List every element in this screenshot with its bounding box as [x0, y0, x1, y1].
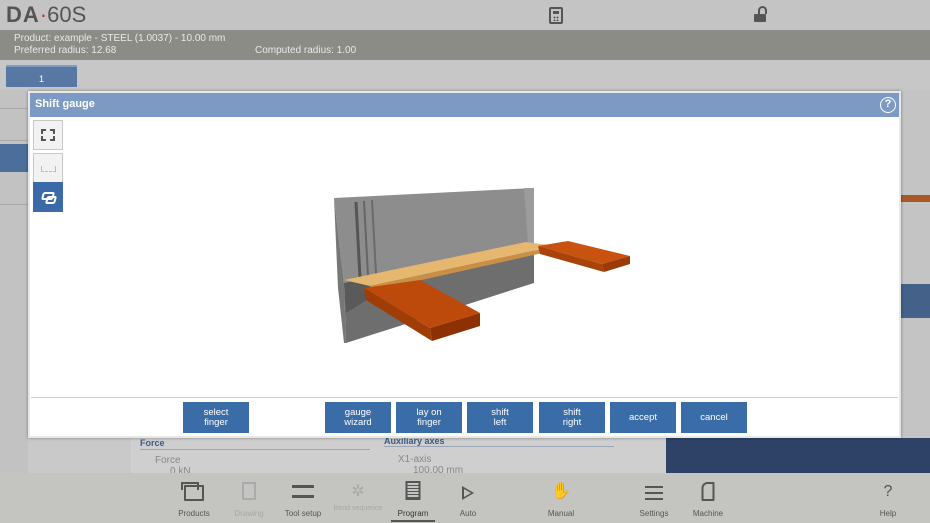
machine-icon — [701, 482, 715, 501]
force-header: Force — [140, 438, 165, 448]
bend-sequence-icon: ✲ — [351, 483, 365, 500]
divider — [0, 140, 28, 141]
gauge-view-icon-part — [44, 196, 58, 204]
dialog-title: Shift gauge — [35, 98, 95, 110]
blue-indicator — [901, 284, 930, 318]
nav-label: Program — [397, 509, 429, 518]
dialog-divider — [31, 397, 898, 398]
help-icon[interactable]: ? — [880, 97, 896, 113]
fit-view-icon-part — [50, 136, 55, 141]
gauge-wizard-button[interactable]: gauge wizard — [325, 402, 391, 433]
nav-label: Machine — [692, 509, 724, 518]
side-view-button[interactable] — [33, 153, 63, 183]
fit-view-icon-part — [50, 129, 55, 134]
orange-indicator — [901, 195, 930, 202]
nav-label: Settings — [639, 509, 669, 518]
calculator-icon[interactable] — [549, 7, 563, 24]
nav-label: Auto — [459, 509, 477, 518]
gauge-3d-view[interactable] — [330, 188, 640, 348]
fit-view-button[interactable] — [33, 120, 63, 150]
status-block — [666, 438, 930, 473]
preferred-radius: Preferred radius: 12.68 — [14, 45, 117, 56]
nav-tool-setup[interactable]: Tool setup — [273, 473, 333, 523]
tool-setup-icon — [292, 482, 314, 502]
nav-help[interactable]: ? Help — [858, 473, 918, 523]
shift-right-button[interactable]: shift right — [539, 402, 605, 433]
divider — [0, 204, 28, 205]
right-side-panel — [901, 90, 930, 473]
product-info-bar: Product: example - STEEL (1.0037) - 10.0… — [0, 30, 930, 60]
divider — [140, 449, 370, 450]
hand-icon: ✋ — [551, 483, 571, 500]
cancel-button[interactable]: cancel — [681, 402, 747, 433]
top-bar: DA·60S — [0, 0, 930, 30]
nav-products[interactable]: Products — [164, 473, 224, 523]
axes-panel: Force Force 0 kN Auxiliary axes X1-axis … — [131, 436, 666, 477]
bend-tab-strip: 1 — [0, 60, 930, 90]
app-logo: DA·60S — [6, 2, 87, 27]
drawing-icon — [242, 482, 256, 500]
bottom-navigation: Products Drawing Tool setup ✲ Bend seque… — [0, 473, 930, 523]
product-info: Product: example - STEEL (1.0037) - 10.0… — [14, 33, 226, 44]
shift-gauge-dialog: Shift gauge ? select finger gauge wizard… — [28, 91, 901, 438]
fit-view-icon — [41, 129, 46, 134]
x1-axis-label: X1-axis — [398, 454, 432, 465]
nav-label: Help — [879, 509, 897, 518]
accept-button[interactable]: accept — [610, 402, 676, 433]
settings-list-icon — [645, 486, 663, 500]
nav-label: Products — [178, 509, 210, 518]
nav-label: Tool setup — [284, 509, 322, 518]
force-label: Force — [155, 455, 181, 466]
side-view-icon — [41, 166, 56, 172]
nav-settings[interactable]: Settings — [624, 473, 684, 523]
bend-tab-1[interactable]: 1 — [6, 65, 77, 87]
shift-left-button[interactable]: shift left — [467, 402, 533, 433]
divider — [384, 446, 614, 447]
computed-radius: Computed radius: 1.00 — [255, 45, 357, 56]
nav-program[interactable]: Program — [383, 473, 443, 523]
nav-label: Drawing — [234, 509, 264, 518]
help-question-icon: ? — [883, 483, 893, 500]
nav-drawing[interactable]: Drawing — [219, 473, 279, 523]
nav-bend-sequence[interactable]: ✲ Bend sequence — [328, 473, 388, 523]
selected-row-marker — [0, 144, 28, 172]
play-icon — [462, 486, 474, 500]
nav-machine[interactable]: Machine — [678, 473, 738, 523]
select-finger-button[interactable]: select finger — [183, 402, 249, 433]
nav-manual[interactable]: ✋ Manual — [531, 473, 591, 523]
program-icon — [405, 481, 421, 500]
divider — [0, 108, 28, 109]
nav-auto[interactable]: Auto — [438, 473, 498, 523]
fit-view-icon-part — [41, 136, 46, 141]
nav-label: Bend sequence — [333, 505, 383, 512]
gauge-view-button[interactable] — [33, 182, 63, 212]
dialog-header: Shift gauge ? — [30, 93, 899, 117]
lay-on-finger-button[interactable]: lay on finger — [396, 402, 462, 433]
unlock-icon[interactable] — [754, 6, 767, 22]
nav-label: Manual — [547, 509, 575, 518]
left-side-panel — [0, 90, 28, 473]
folder-icon — [181, 482, 204, 501]
